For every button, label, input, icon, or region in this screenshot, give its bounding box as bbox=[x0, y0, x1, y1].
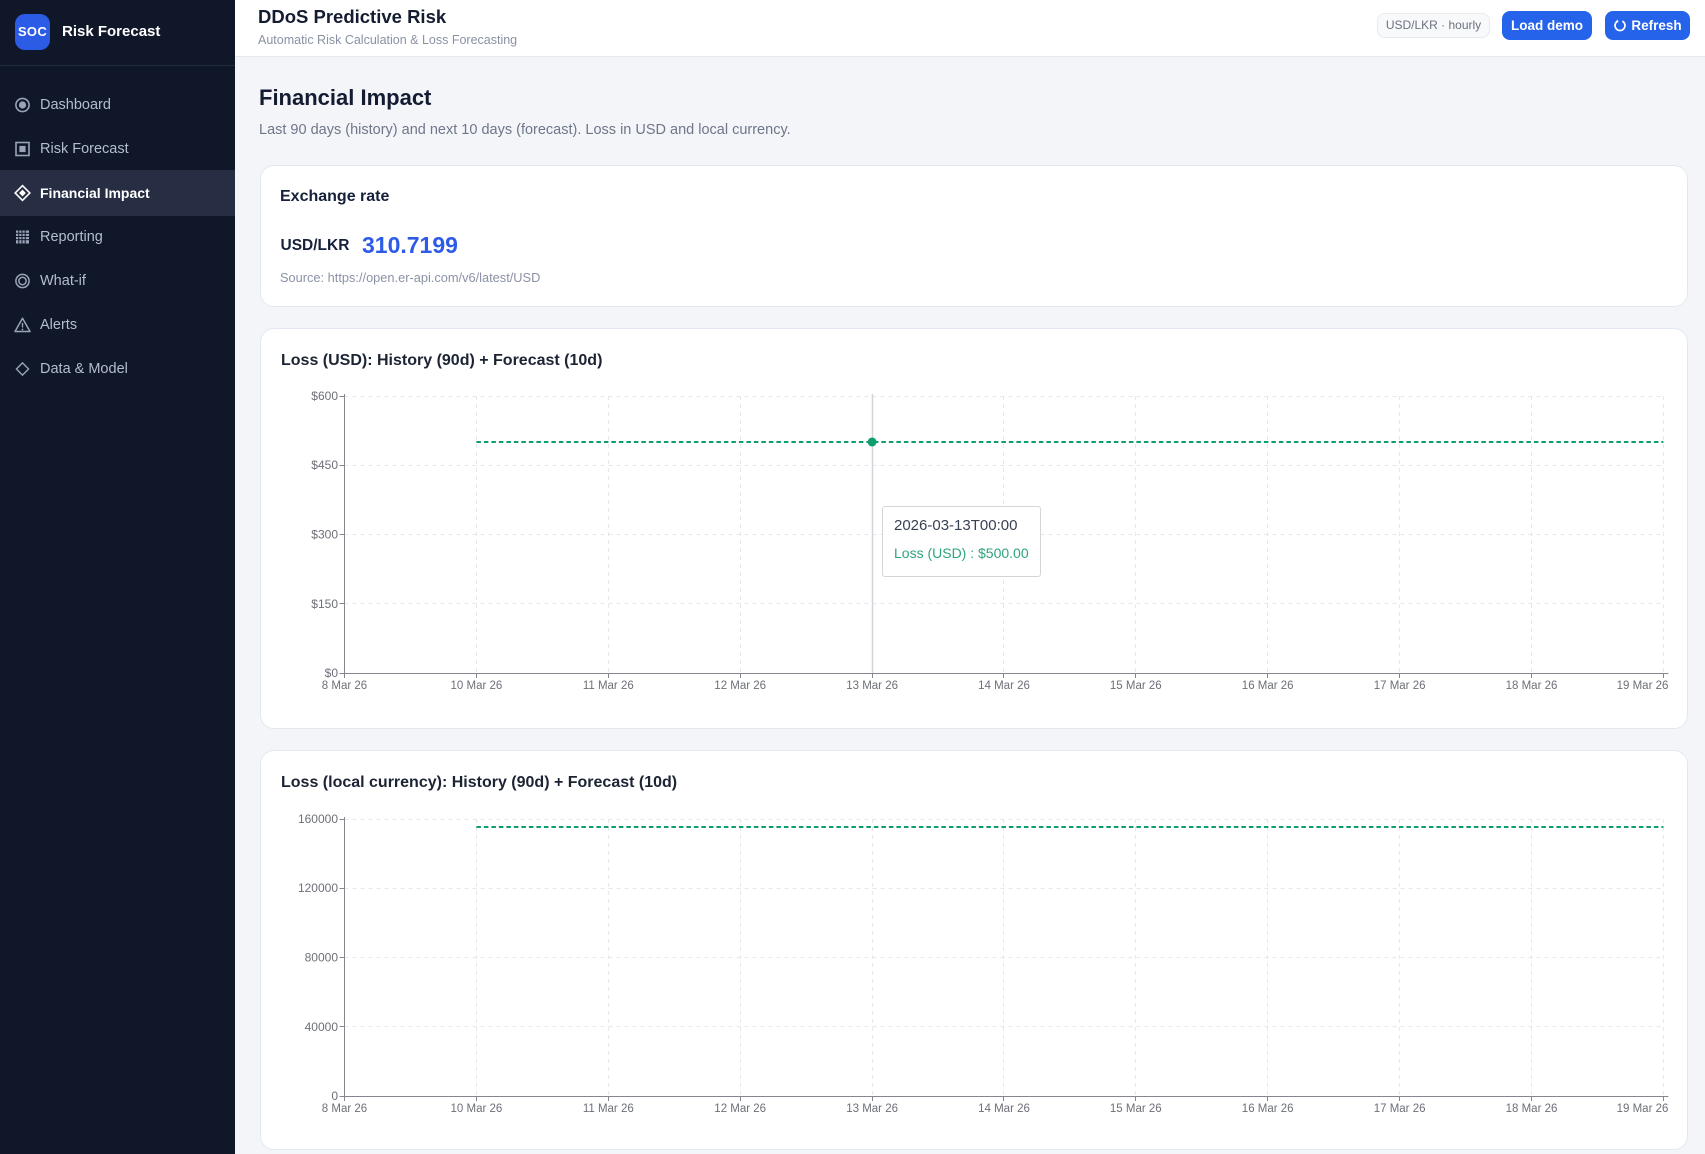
svg-text:14 Mar 26: 14 Mar 26 bbox=[978, 1103, 1030, 1115]
svg-text:16 Mar 26: 16 Mar 26 bbox=[1242, 1103, 1294, 1115]
svg-text:10 Mar 26: 10 Mar 26 bbox=[451, 680, 503, 692]
svg-text:11 Mar 26: 11 Mar 26 bbox=[583, 1103, 634, 1115]
svg-text:12 Mar 26: 12 Mar 26 bbox=[714, 1103, 766, 1115]
svg-text:11 Mar 26: 11 Mar 26 bbox=[583, 680, 634, 692]
svg-text:80000: 80000 bbox=[305, 951, 339, 965]
svg-text:13 Mar 26: 13 Mar 26 bbox=[846, 1103, 898, 1115]
svg-text:14 Mar 26: 14 Mar 26 bbox=[978, 680, 1030, 692]
svg-text:17 Mar 26: 17 Mar 26 bbox=[1374, 680, 1426, 692]
svg-text:8 Mar 26: 8 Mar 26 bbox=[322, 680, 367, 692]
svg-text:120000: 120000 bbox=[298, 881, 338, 895]
svg-text:$150: $150 bbox=[311, 597, 338, 611]
svg-text:19 Mar 26: 19 Mar 26 bbox=[1617, 1103, 1669, 1115]
svg-text:19 Mar 26: 19 Mar 26 bbox=[1617, 680, 1669, 692]
svg-text:$450: $450 bbox=[311, 458, 338, 472]
svg-text:8 Mar 26: 8 Mar 26 bbox=[322, 1103, 367, 1115]
svg-text:$600: $600 bbox=[311, 389, 338, 403]
svg-text:18 Mar 26: 18 Mar 26 bbox=[1506, 680, 1558, 692]
svg-text:15 Mar 26: 15 Mar 26 bbox=[1110, 1103, 1162, 1115]
svg-text:15 Mar 26: 15 Mar 26 bbox=[1110, 680, 1162, 692]
svg-text:0: 0 bbox=[331, 1089, 338, 1103]
svg-text:18 Mar 26: 18 Mar 26 bbox=[1506, 1103, 1558, 1115]
svg-text:160000: 160000 bbox=[298, 812, 338, 826]
svg-text:17 Mar 26: 17 Mar 26 bbox=[1374, 1103, 1426, 1115]
svg-text:$300: $300 bbox=[311, 528, 338, 542]
svg-text:$0: $0 bbox=[325, 666, 339, 680]
svg-text:40000: 40000 bbox=[305, 1020, 339, 1034]
svg-text:13 Mar 26: 13 Mar 26 bbox=[846, 680, 898, 692]
svg-text:12 Mar 26: 12 Mar 26 bbox=[714, 680, 766, 692]
svg-text:10 Mar 26: 10 Mar 26 bbox=[451, 1103, 503, 1115]
svg-text:16 Mar 26: 16 Mar 26 bbox=[1242, 680, 1294, 692]
